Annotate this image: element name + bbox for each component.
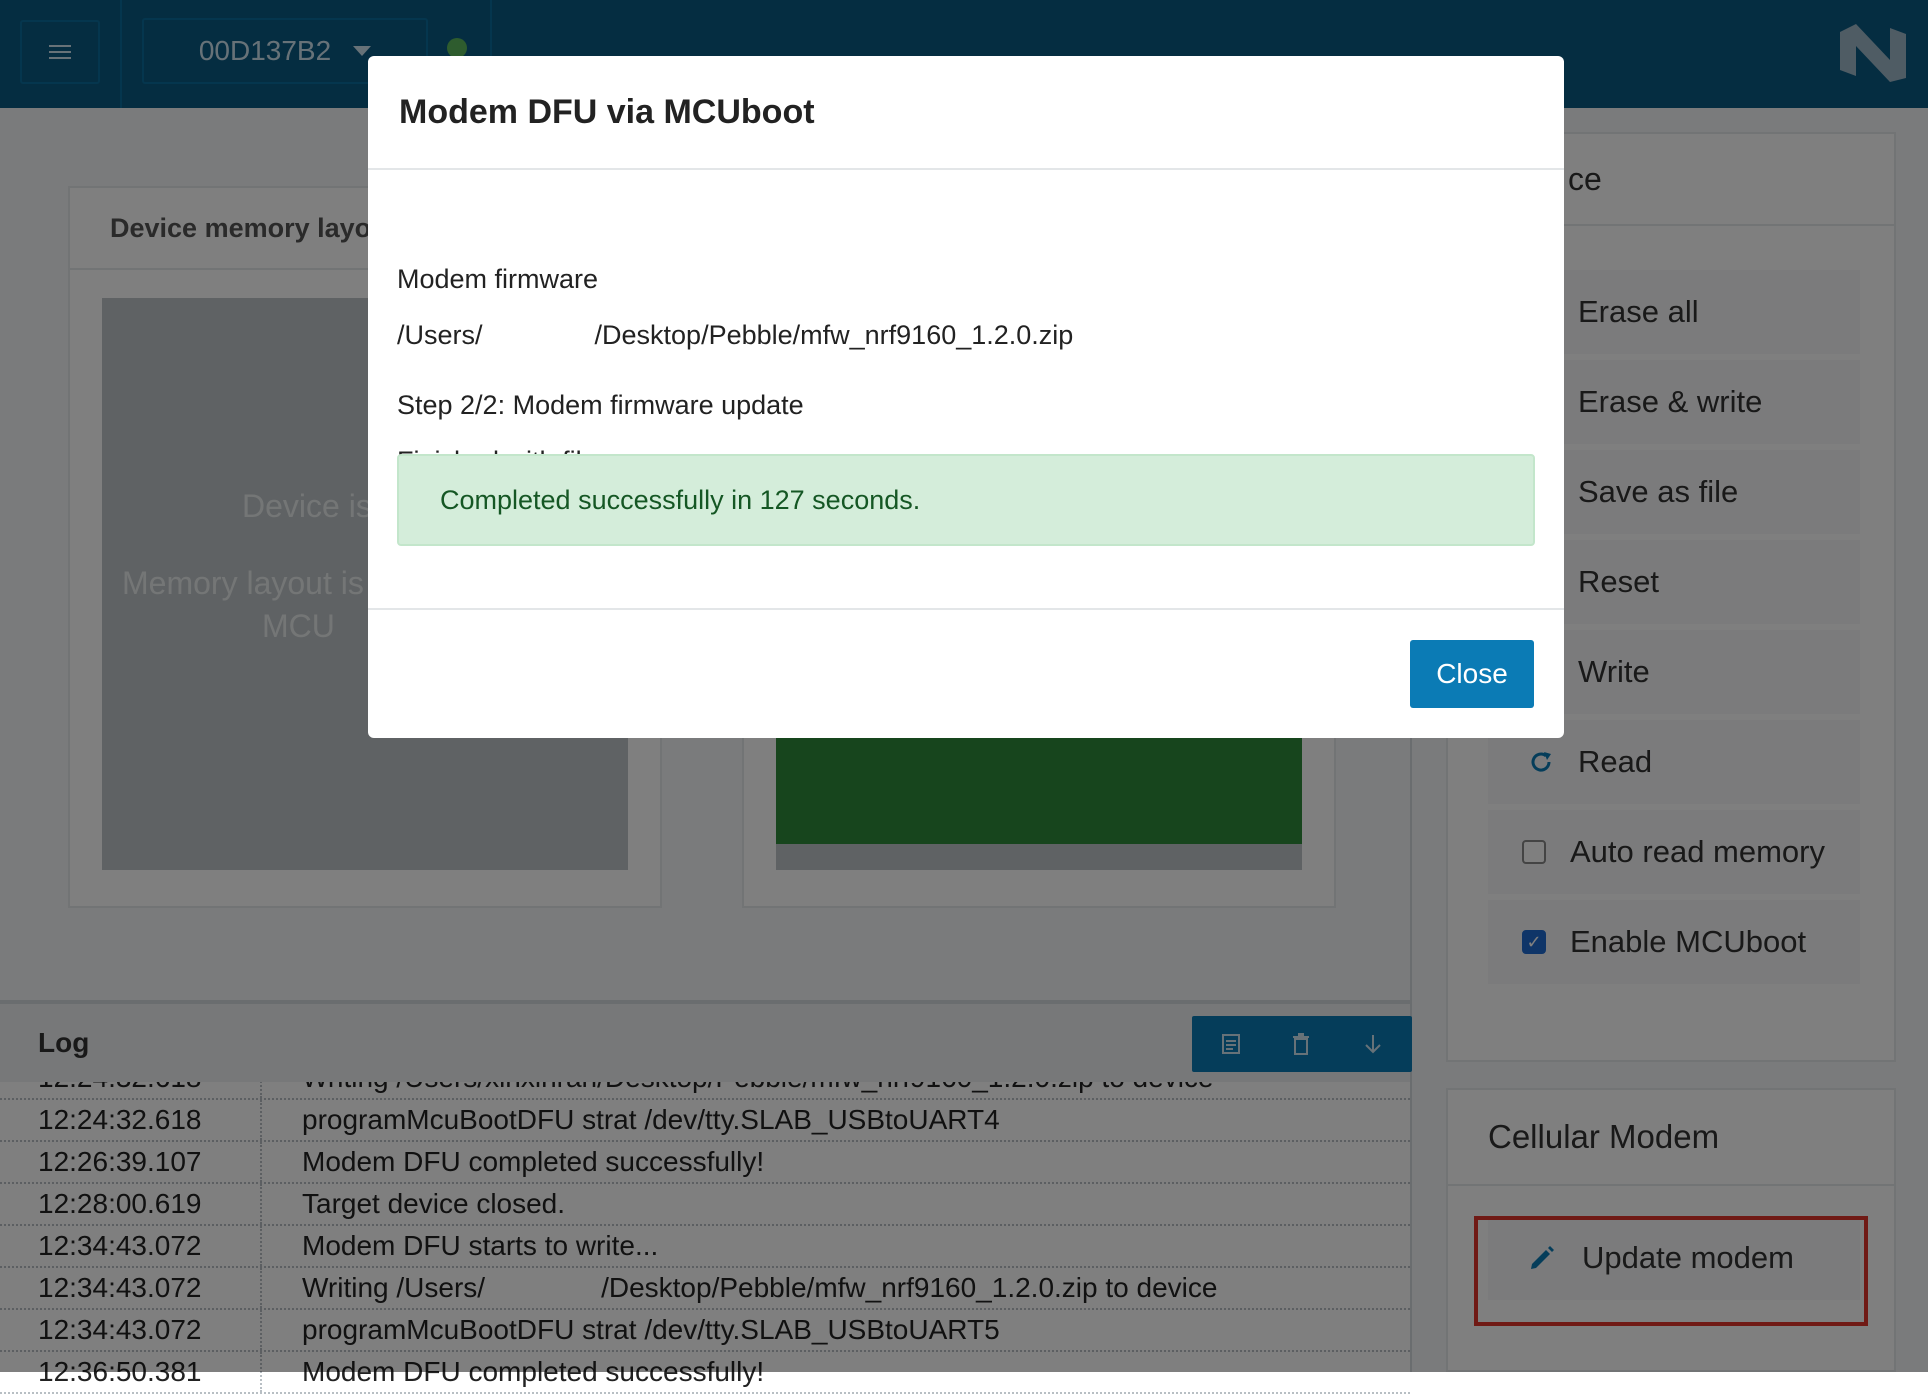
dialog-title: Modem DFU via MCUboot: [368, 56, 1564, 170]
close-button[interactable]: Close: [1410, 640, 1534, 708]
dialog-footer: Close: [368, 608, 1564, 740]
path-suffix: /Desktop/Pebble/mfw_nrf9160_1.2.0.zip: [594, 320, 1074, 350]
modem-dfu-dialog: Modem DFU via MCUboot Modem firmware /Us…: [368, 56, 1564, 738]
path-prefix: /Users/: [397, 320, 483, 350]
firmware-label: Modem firmware: [397, 264, 599, 294]
step-text: Step 2/2: Modem firmware update: [397, 390, 804, 420]
success-alert: Completed successfully in 127 seconds.: [397, 454, 1535, 546]
firmware-path: /Users/ /Desktop/Pebble/mfw_nrf9160_1.2.0…: [397, 320, 1073, 351]
